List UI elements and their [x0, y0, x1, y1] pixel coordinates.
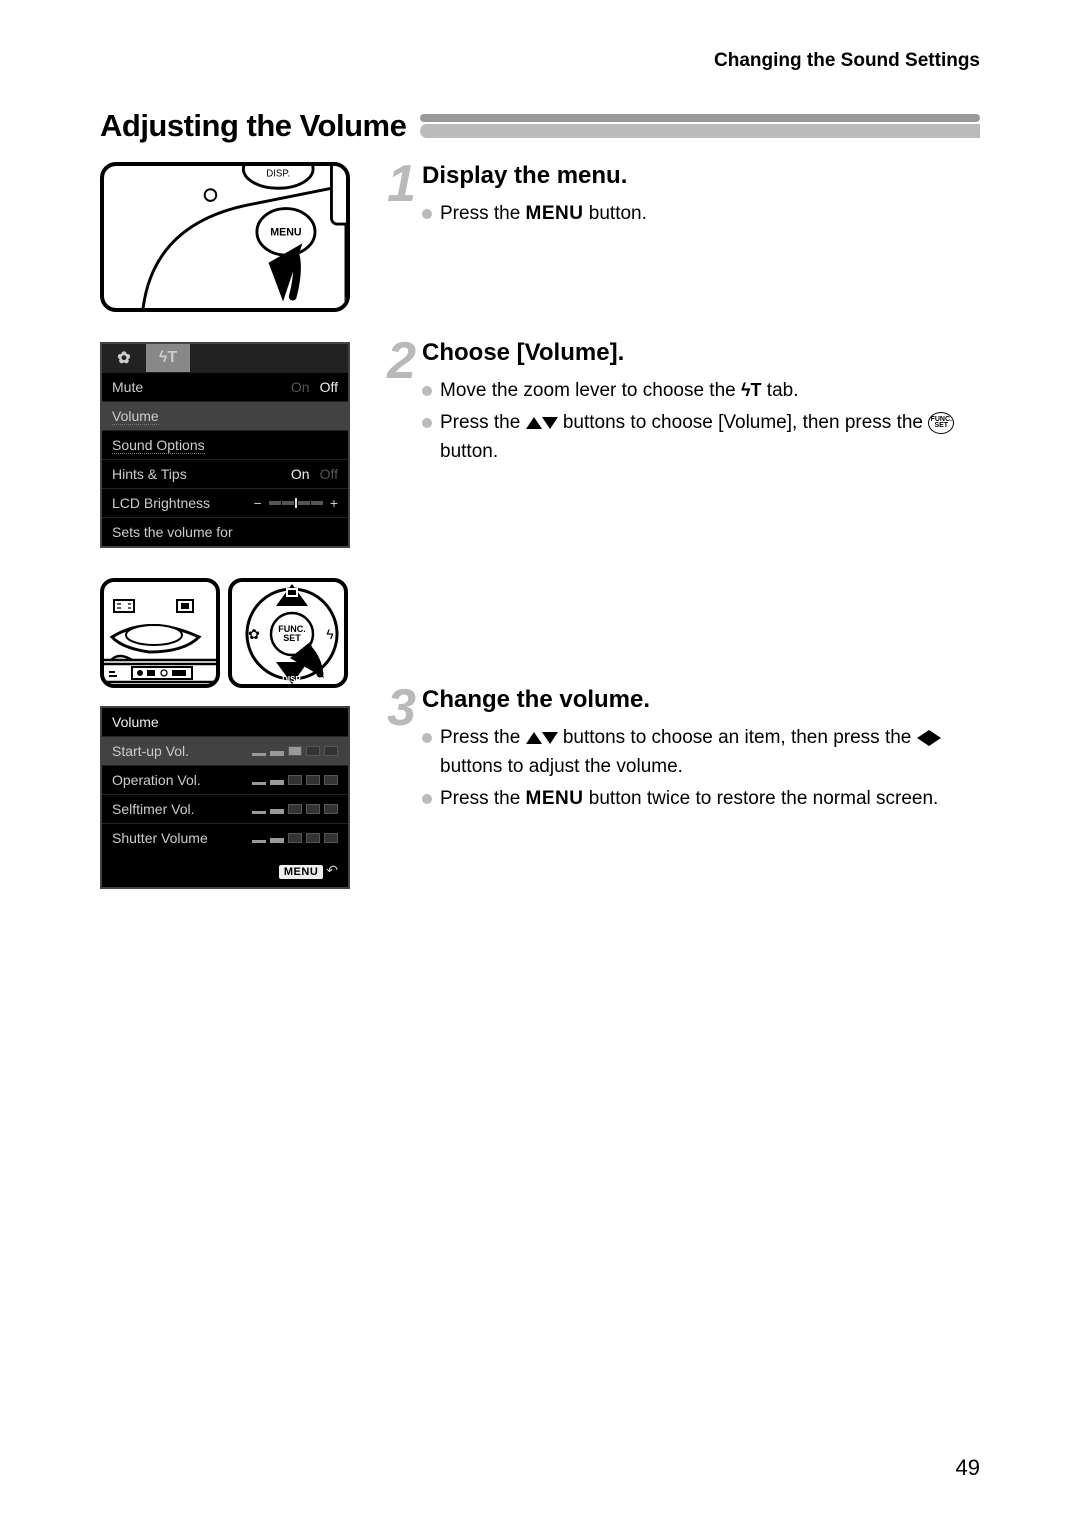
tab-tools-icon: ϟT [146, 344, 190, 372]
step-2-title: Choose [Volume]. [422, 339, 980, 367]
page-number: 49 [956, 1455, 980, 1481]
step-2-bullet-1: Move the zoom lever to choose the ϟT tab… [422, 377, 980, 406]
svg-text:SET: SET [283, 633, 301, 643]
step-1-bullet-1: Press the MENU button. [422, 200, 980, 229]
section-title-bar [420, 114, 980, 138]
step-3-title: Change the volume. [422, 686, 980, 714]
step-2-bullet-2: Press the buttons to choose [Volume], th… [422, 409, 980, 466]
volume-menu-screenshot: Volume Start-up Vol. Operation Vol. Self… [100, 706, 350, 889]
step-3-number: 3 [378, 686, 416, 818]
step-3: 3 Change the volume. Press the buttons t… [378, 686, 980, 818]
menu-footer-hint: Sets the volume for [102, 517, 348, 546]
up-down-icon [526, 417, 558, 429]
step-2: 2 Choose [Volume]. Move the zoom lever t… [378, 339, 980, 471]
volume-menu-title: Volume [102, 708, 348, 736]
section-title: Adjusting the Volume [100, 108, 406, 144]
volume-row-operation: Operation Vol. [102, 765, 348, 794]
func-set-icon: FUNC.SET [928, 412, 954, 434]
menu-row-sound-options: Sound Options [102, 430, 348, 459]
menu-word-icon: MENU [526, 203, 584, 224]
up-down-icon [526, 732, 558, 744]
step-1-number: 1 [378, 162, 416, 233]
step-2-number: 2 [378, 339, 416, 471]
volume-row-selftimer: Selftimer Vol. [102, 794, 348, 823]
svg-text:MENU: MENU [270, 227, 302, 239]
svg-text:DISP.: DISP. [282, 675, 302, 684]
step-3-bullet-2: Press the MENU button twice to restore t… [422, 785, 980, 814]
settings-menu-screenshot: ✿ ϟT Mute OnOff Volume Sound Options Hin… [100, 342, 350, 548]
camera-menu-illustration: DISP. MENU [100, 162, 350, 312]
tab-camera-icon: ✿ [102, 344, 146, 372]
menu-row-brightness: LCD Brightness − + [102, 488, 348, 517]
tools-tab-icon: ϟT [741, 377, 762, 404]
step-1: 1 Display the menu. Press the MENU butto… [378, 162, 980, 233]
step-1-title: Display the menu. [422, 162, 980, 190]
svg-text:ϟ: ϟ [326, 626, 334, 642]
volume-row-shutter: Shutter Volume [102, 823, 348, 852]
menu-row-hints: Hints & Tips OnOff [102, 459, 348, 488]
menu-word-icon: MENU [526, 788, 584, 809]
svg-text:/OFF: /OFF [111, 685, 127, 688]
volume-row-startup: Start-up Vol. [102, 736, 348, 765]
zoom-lever-illustration: /OFF [100, 578, 220, 688]
menu-row-mute: Mute OnOff [102, 372, 348, 401]
menu-row-volume: Volume [102, 401, 348, 430]
svg-text:✿: ✿ [248, 626, 260, 642]
breadcrumb: Changing the Sound Settings [714, 50, 980, 71]
step-3-bullet-1: Press the buttons to choose an item, the… [422, 724, 980, 781]
volume-menu-return: MENU↶ [102, 852, 348, 887]
left-right-icon [917, 730, 941, 746]
svg-text:DISP.: DISP. [266, 169, 290, 180]
control-wheel-illustration: FUNC. SET DISP. ✿ ϟ [228, 578, 348, 688]
